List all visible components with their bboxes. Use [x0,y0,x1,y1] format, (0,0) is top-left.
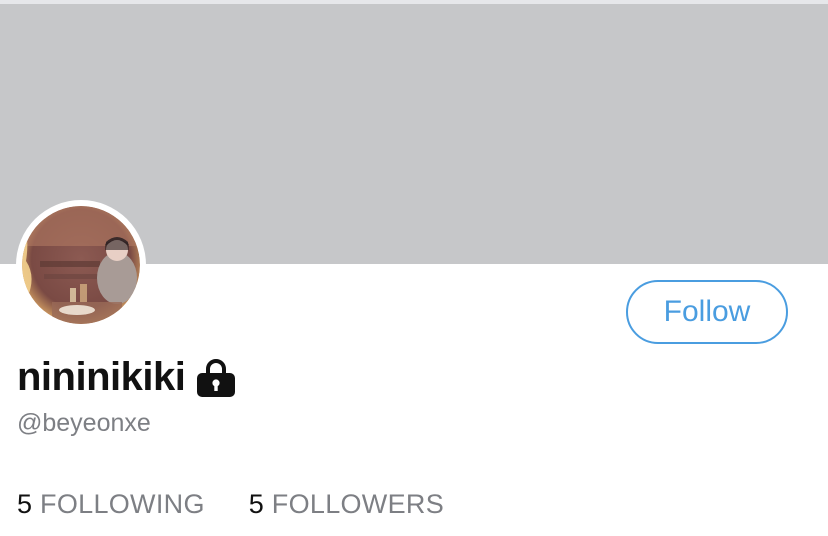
followers-label: FOLLOWERS [271,488,445,519]
following-stat[interactable]: 5 FOLLOWING [17,489,205,520]
display-name-row: nininikiki [17,352,237,402]
display-name: nininikiki [17,354,186,399]
followers-stat[interactable]: 5 FOLLOWERS [249,489,444,520]
user-handle: @beyeonxe [17,409,151,437]
lock-icon [195,356,237,398]
followers-count: 5 [248,488,264,519]
following-count: 5 [17,488,33,519]
follow-button[interactable]: Follow [626,280,788,344]
profile-stats: 5 FOLLOWING 5 FOLLOWERS [17,486,488,522]
avatar-photo [22,206,140,324]
profile-page: Follow nininikiki @beyeonxe 5 FOLLOWING … [0,0,828,536]
avatar[interactable] [16,200,146,330]
following-label: FOLLOWING [40,488,205,519]
